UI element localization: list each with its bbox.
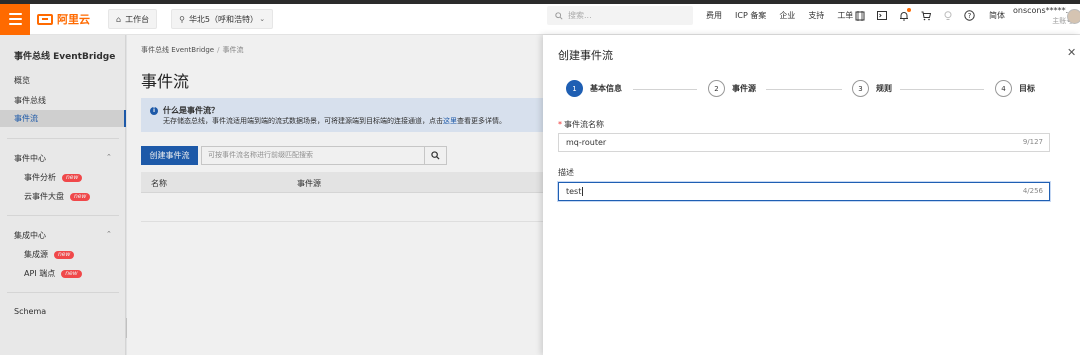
avatar[interactable] [1067,9,1080,24]
step-connector [900,89,984,90]
description-field[interactable]: test 4/256 [558,182,1050,201]
workbench-button[interactable]: ⌂ 工作台 [108,9,158,29]
aliyun-logo-icon [37,13,53,25]
close-icon[interactable]: ✕ [1067,46,1076,59]
logo-text: 阿里云 [57,13,90,26]
bell-icon[interactable] [897,8,911,22]
drawer-backdrop[interactable] [0,35,543,355]
nav-link-support[interactable]: 支持 [808,10,824,21]
region-selector[interactable]: ⚲ 华北5（呼和浩特） ⌄ [171,9,274,29]
step-label: 规则 [876,84,892,93]
top-nav-icons: ? 简体 [853,0,1005,31]
name-value: mq-router [566,138,607,147]
step-connector [633,89,697,90]
step-number: 3 [852,80,869,97]
aliyun-logo[interactable]: 阿里云 [37,11,90,27]
drawer-title: 创建事件流 [558,49,613,62]
step-label: 目标 [1019,84,1035,93]
step-basic-info: 1 基本信息 [566,80,622,97]
create-event-stream-drawer: 创建事件流 ✕ 1 基本信息 2 事件源 3 规则 4 目标 * 事件流名称 mq… [543,35,1080,355]
step-indicator: 1 基本信息 2 事件源 3 规则 4 目标 [566,80,1046,100]
name-char-count: 9/127 [1022,138,1043,146]
step-label: 基本信息 [590,84,622,93]
location-pin-icon: ⚲ [179,14,185,24]
label-text: 事件流名称 [564,120,604,129]
step-event-source: 2 事件源 [708,80,756,97]
lightbulb-icon[interactable] [941,9,954,22]
step-number: 1 [566,80,583,97]
description-label: 描述 [558,168,574,177]
top-nav-links: 费用 ICP 备案 企业 支持 工单 [706,0,853,31]
svg-text:?: ? [968,12,972,20]
step-number: 4 [995,80,1012,97]
user-role: 主账号 [1052,17,1074,25]
language-switch[interactable]: 简体 [989,10,1005,21]
description-char-count: 4/256 [1022,187,1043,195]
user-name: onscons*****... [1013,6,1074,15]
text-cursor [582,187,584,196]
chevron-down-icon: ⌄ [259,15,266,23]
step-number: 2 [708,80,725,97]
search-placeholder: 搜索... [568,11,592,20]
cart-icon[interactable] [919,9,932,22]
help-icon[interactable]: ? [963,9,976,22]
nav-link-enterprise[interactable]: 企业 [779,10,795,21]
region-label: 华北5（呼和浩特） [188,14,259,24]
terminal-icon[interactable] [875,9,888,22]
step-label: 事件源 [732,84,756,93]
global-search-input[interactable]: 搜索... [547,6,693,25]
step-rules: 3 规则 [852,80,892,97]
nav-link-billing[interactable]: 费用 [706,10,722,21]
nav-link-icp[interactable]: ICP 备案 [735,10,766,21]
description-value: test [566,187,582,196]
console-shell-icon[interactable] [853,9,866,22]
required-mark: * [558,120,562,129]
event-stream-name-field[interactable]: mq-router 9/127 [558,133,1050,152]
step-connector [766,89,842,90]
user-account-menu[interactable]: onscons*****... 主账号 [1013,5,1073,27]
search-icon [555,11,563,20]
step-target: 4 目标 [995,80,1035,97]
hamburger-menu-icon[interactable] [0,3,30,35]
nav-link-ticket[interactable]: 工单 [837,10,853,21]
event-stream-name-label: * 事件流名称 [558,119,604,130]
workbench-label: 工作台 [125,14,150,24]
home-icon: ⌂ [116,14,122,24]
